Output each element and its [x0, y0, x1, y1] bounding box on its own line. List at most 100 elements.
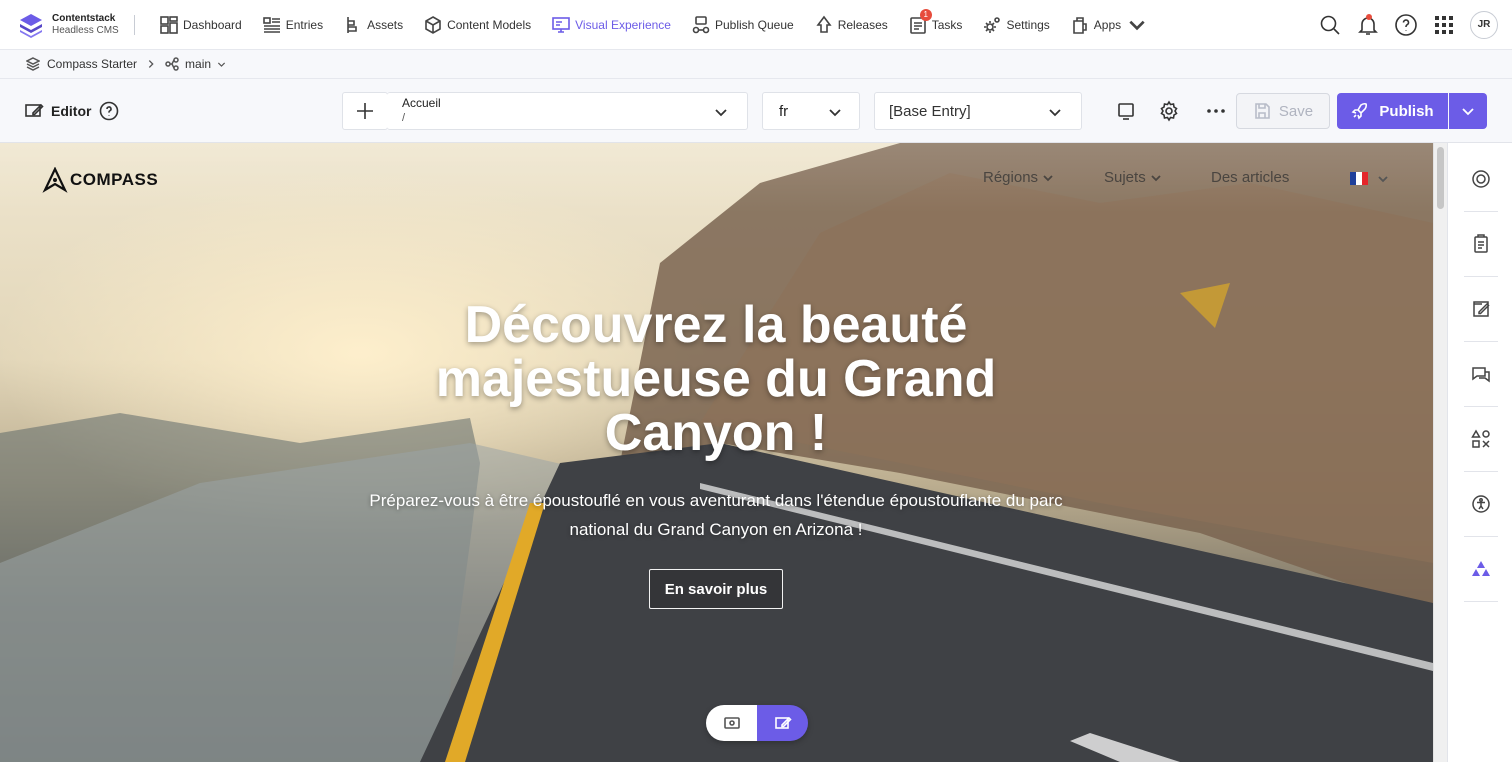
site-nav-label: Régions: [983, 169, 1039, 186]
locale-select[interactable]: fr: [762, 92, 860, 130]
rail-target-button[interactable]: [1464, 162, 1498, 196]
save-icon: [1255, 103, 1270, 119]
edit-mode-button[interactable]: [757, 705, 808, 741]
search-icon[interactable]: [1318, 13, 1342, 37]
device-preview-icon[interactable]: [1115, 100, 1137, 122]
scrollbar-thumb[interactable]: [1437, 147, 1444, 209]
nav-label: Releases: [837, 17, 888, 32]
nav-settings[interactable]: Settings: [972, 0, 1059, 50]
rail-document-button[interactable]: [1464, 227, 1498, 261]
divider: [1464, 471, 1498, 472]
entry-url: /: [402, 112, 406, 124]
hero: Découvrez la beauté majestueuse du Grand…: [360, 298, 1072, 544]
app-grid-icon[interactable]: [1432, 13, 1456, 37]
notification-dot: [1366, 14, 1372, 20]
rail-comments-button[interactable]: [1464, 357, 1498, 391]
preview-icon: [723, 717, 740, 729]
entry-selector[interactable]: Accueil /: [387, 92, 748, 130]
branch-icon: [165, 57, 179, 71]
nav-apps[interactable]: Apps: [1060, 0, 1161, 50]
dashboard-icon: [160, 15, 178, 34]
chevron-down-icon: [829, 109, 841, 117]
nav-publish-queue[interactable]: Publish Queue: [681, 0, 804, 50]
rail-accessibility-button[interactable]: [1464, 487, 1498, 521]
editor-icon: [774, 716, 792, 729]
nav-visual-experience[interactable]: Visual Experience: [541, 0, 681, 50]
edit-icon: [1473, 301, 1490, 317]
cube-icon: [425, 15, 441, 34]
nav-label: Dashboard: [183, 17, 242, 32]
accessibility-icon: [1472, 495, 1490, 513]
target-icon: [1472, 170, 1490, 188]
editor-title: Editor: [51, 103, 92, 119]
breadcrumb: Compass Starter main: [0, 50, 1512, 79]
tasks-badge: 1: [919, 8, 932, 21]
nav-label: Assets: [367, 17, 404, 32]
publish-dropdown-button[interactable]: [1449, 93, 1487, 129]
divider: [134, 14, 135, 35]
add-button[interactable]: [342, 92, 388, 130]
save-label: Save: [1278, 102, 1314, 120]
plus-icon: [357, 103, 373, 119]
help-icon[interactable]: [99, 101, 119, 121]
preview-mode-button[interactable]: [706, 705, 757, 741]
publish-button[interactable]: Publish: [1337, 93, 1448, 129]
chevron-down-icon: [1043, 174, 1053, 181]
nav-label: Apps: [1093, 17, 1122, 32]
help-icon[interactable]: [1394, 13, 1418, 37]
site-logo-text: COMPASS: [70, 170, 159, 189]
gear-icon: [984, 16, 1001, 33]
site-logo[interactable]: COMPASS: [42, 167, 158, 193]
gear-icon[interactable]: [1158, 100, 1180, 122]
site-nav-label: Des articles: [1211, 169, 1290, 186]
brand-name: Contentstack: [52, 12, 116, 24]
avatar[interactable]: JR: [1470, 11, 1498, 39]
nav-label: Visual Experience: [575, 17, 671, 32]
nav-tasks[interactable]: 1 Tasks: [898, 0, 973, 50]
divider: [1464, 601, 1498, 602]
variant-value: [Base Entry]: [889, 102, 971, 120]
breadcrumb-stack[interactable]: Compass Starter: [47, 57, 137, 71]
chevron-down-icon: [1129, 20, 1145, 30]
nav-assets[interactable]: Assets: [333, 0, 413, 50]
assets-icon: [347, 16, 357, 33]
rocket-icon: [1351, 102, 1368, 120]
rail-shapes-button[interactable]: [1464, 422, 1498, 456]
chevron-down-icon[interactable]: [216, 59, 227, 70]
nav-entries[interactable]: Entries: [252, 0, 333, 50]
chevron-down-icon[interactable]: [1377, 173, 1389, 185]
rail-personalize-button[interactable]: [1464, 552, 1498, 586]
nav-label: Settings: [1006, 17, 1050, 32]
variant-select[interactable]: [Base Entry]: [874, 92, 1082, 130]
site-nav-regions[interactable]: Régions: [983, 169, 1054, 186]
rail-edit-button[interactable]: [1464, 292, 1498, 326]
compass-logo-icon: [42, 167, 68, 193]
top-nav: Contentstack Headless CMS Dashboard Entr…: [0, 0, 1512, 50]
chevron-right-icon: [148, 60, 154, 68]
comments-icon: [1472, 367, 1490, 383]
nav-label: Content Models: [447, 17, 532, 32]
site-nav-articles[interactable]: Des articles: [1211, 169, 1289, 186]
nav-releases[interactable]: Releases: [804, 0, 898, 50]
france-flag-icon[interactable]: [1350, 172, 1368, 185]
scrollbar[interactable]: [1433, 143, 1447, 762]
nav-dashboard[interactable]: Dashboard: [149, 0, 252, 50]
divider: [1464, 276, 1498, 277]
nav-content-models[interactable]: Content Models: [413, 0, 541, 50]
editor-toolbar: Editor Accueil / fr [Base Entry] Save Pu…: [0, 79, 1512, 143]
learn-more-button[interactable]: En savoir plus: [649, 569, 783, 609]
shapes-icon: [1471, 429, 1490, 448]
right-rail: [1447, 143, 1512, 762]
mode-switch: [706, 705, 808, 741]
entry-title: Accueil: [402, 96, 441, 110]
save-button[interactable]: Save: [1236, 93, 1330, 129]
breadcrumb-branch[interactable]: main: [185, 57, 211, 71]
divider: [1464, 406, 1498, 407]
chevron-down-icon: [1049, 109, 1061, 117]
brand[interactable]: Contentstack Headless CMS: [0, 0, 134, 50]
more-icon[interactable]: [1205, 100, 1227, 122]
site-nav-subjects[interactable]: Sujets: [1104, 169, 1162, 186]
chevron-down-icon: [1151, 174, 1161, 181]
hero-title: Découvrez la beauté majestueuse du Grand…: [435, 296, 997, 462]
preview-canvas[interactable]: COMPASS Régions Sujets Des articles Déco…: [0, 143, 1433, 762]
